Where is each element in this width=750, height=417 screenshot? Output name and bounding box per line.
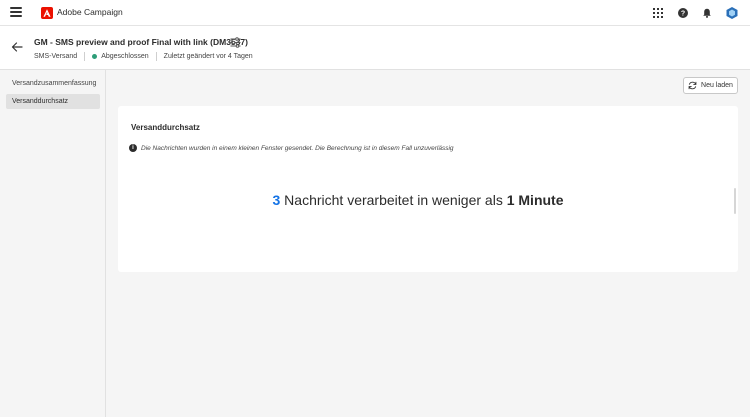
info-text: Die Nachrichten wurden in einem kleinen … [141, 144, 454, 152]
card-title: Versanddurchsatz [131, 123, 200, 132]
app-title[interactable]: Adobe Campaign [57, 7, 123, 17]
help-icon[interactable]: ? [676, 6, 690, 20]
channel-label: SMS-Versand [34, 53, 78, 60]
metric-duration: 1 Minute [506, 192, 564, 208]
info-message: i Die Nachrichten wurden in einem kleine… [129, 144, 454, 152]
info-icon: i [129, 144, 137, 152]
sidebar-item-summary[interactable]: Versandzusammenfassung [6, 76, 100, 91]
apps-grid-icon[interactable] [651, 6, 665, 20]
sidebar: Versandzusammenfassung Versanddurchsatz [0, 70, 106, 417]
metric-text: Nachricht verarbeitet in weniger als [280, 192, 507, 208]
adobe-logo-icon[interactable] [41, 7, 53, 19]
refresh-icon [688, 81, 697, 90]
page-header: GM - SMS preview and proof Final with li… [0, 26, 750, 70]
sidebar-item-throughput[interactable]: Versanddurchsatz [6, 94, 100, 109]
bell-icon[interactable] [700, 6, 714, 20]
card-scrollbar[interactable] [734, 188, 736, 214]
divider [84, 52, 86, 61]
hamburger-icon[interactable] [10, 7, 22, 19]
header-meta: SMS-Versand Abgeschlossen Zuletzt geände… [34, 52, 253, 61]
arrow-left-icon[interactable] [11, 41, 23, 53]
reload-button[interactable]: Neu laden [683, 77, 738, 94]
page-title: GM - SMS preview and proof Final with li… [34, 37, 248, 47]
divider [155, 52, 157, 61]
status-badge: Abgeschlossen [101, 53, 149, 60]
status-dot-icon [92, 54, 98, 59]
top-bar: Adobe Campaign ? [0, 0, 750, 26]
throughput-card: Versanddurchsatz i Die Nachrichten wurde… [118, 106, 738, 272]
reload-label: Neu laden [701, 82, 733, 89]
org-avatar-icon[interactable] [725, 6, 739, 20]
svg-text:?: ? [681, 11, 685, 18]
sliders-icon[interactable] [230, 37, 241, 48]
last-modified: Zuletzt geändert vor 4 Tagen [163, 53, 253, 60]
throughput-metric: 3 Nachricht verarbeitet in weniger als 1… [118, 192, 718, 208]
